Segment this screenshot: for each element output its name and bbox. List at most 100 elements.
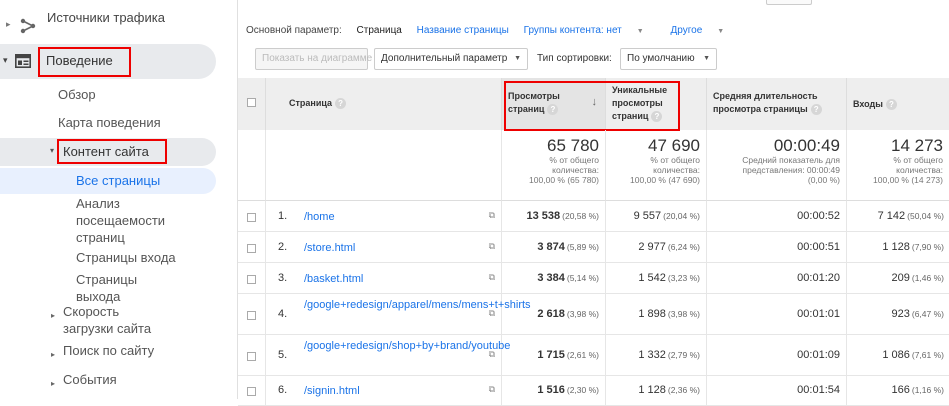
row-checkbox[interactable] xyxy=(247,352,256,361)
open-external-icon[interactable]: ⧉ xyxy=(489,241,495,252)
header-avg-time[interactable]: Средняя длительность просмотра страницы? xyxy=(707,78,847,130)
traffic-sources-icon xyxy=(20,18,36,34)
column-label: Средняя длительность просмотра страницы xyxy=(713,91,818,114)
primary-dimension-bar: Основной параметр: Страница Название стр… xyxy=(246,25,748,36)
avg-time-cell: 00:01:01 xyxy=(707,294,847,334)
chevron-right-icon: ▸ xyxy=(6,19,11,29)
metric-percent: (3,98 %) xyxy=(667,309,700,319)
metric-value: 1 086 xyxy=(882,349,910,361)
metric-value: 7 142 xyxy=(877,210,906,222)
row-select-cell xyxy=(238,232,266,262)
metric-percent: (50,04 %) xyxy=(907,211,944,221)
metric-value: 00:01:54 xyxy=(797,384,840,396)
metric-value: 3 384 xyxy=(537,272,565,284)
open-external-icon[interactable]: ⧉ xyxy=(489,308,495,319)
table-row: 3./basket.html ⧉ 3 384 (5,14 %) 1 542 (3,23 %… xyxy=(238,263,949,294)
help-icon[interactable]: ? xyxy=(885,99,897,111)
dimension-page-title-link[interactable]: Название страницы xyxy=(417,25,509,36)
sidebar-item-exit-pages[interactable]: Страницы выхода xyxy=(76,271,146,305)
row-checkbox[interactable] xyxy=(247,387,256,396)
chevron-down-icon: ▼ xyxy=(703,55,710,62)
sidebar-item-label: Все страницы xyxy=(76,173,161,188)
row-number: 4. xyxy=(278,308,288,320)
sidebar-item-events[interactable]: ▸ События xyxy=(51,371,117,388)
avg-time-cell: 00:01:09 xyxy=(707,335,847,375)
sidebar-item-content-drilldown[interactable]: Анализ посещаемости страниц xyxy=(76,195,186,246)
unique-pageviews-cell: 1 542 (3,23 %) xyxy=(606,263,707,293)
page-link[interactable]: /signin.html xyxy=(304,384,474,398)
metric-value: 1 542 xyxy=(638,272,666,284)
open-external-icon[interactable]: ⧉ xyxy=(489,272,495,283)
total-value: 65 780 xyxy=(547,136,599,155)
pageviews-cell: 2 618 (3,98 %) xyxy=(502,294,606,334)
sidebar-item-landing-pages[interactable]: Страницы входа xyxy=(76,249,176,266)
help-icon[interactable]: ? xyxy=(335,98,347,110)
total-value: 00:00:49 xyxy=(773,136,840,155)
header-page[interactable]: Страница? xyxy=(266,78,502,130)
metric-percent: (20,04 %) xyxy=(663,211,700,221)
metric-percent: (2,61 %) xyxy=(566,350,599,360)
pageviews-cell: 13 538 (20,58 %) xyxy=(502,201,606,231)
row-checkbox[interactable] xyxy=(247,213,256,222)
row-checkbox[interactable] xyxy=(247,275,256,284)
sidebar-item-traffic-sources[interactable]: ▸ Источники трафика xyxy=(4,10,220,42)
toolbar-button[interactable] xyxy=(766,0,812,5)
metric-value: 1 898 xyxy=(638,308,666,320)
entrances-cell: 166 (1,16 %) xyxy=(847,376,949,405)
open-external-icon[interactable]: ⧉ xyxy=(489,349,495,360)
select-all-checkbox[interactable] xyxy=(247,98,256,107)
dimension-page: Страница xyxy=(356,25,402,36)
row-select-cell xyxy=(238,263,266,293)
sidebar-item-all-pages[interactable]: Все страницы xyxy=(0,168,216,194)
plot-rows-button[interactable]: Показать на диаграмме xyxy=(255,48,372,70)
sidebar-item-site-search[interactable]: ▸ Поиск по сайту xyxy=(51,342,154,359)
avg-time-cell: 00:01:54 xyxy=(707,376,847,405)
column-label: Входы xyxy=(853,99,883,109)
sidebar-item-overview[interactable]: Обзор xyxy=(58,87,96,102)
sort-type-dropdown[interactable]: По умолчанию ▼ xyxy=(620,48,717,70)
metric-percent: (7,90 %) xyxy=(911,242,944,252)
row-select-cell xyxy=(238,294,266,334)
other-dimension-dropdown[interactable]: Другое ▼ xyxy=(670,25,736,36)
total-value: 47 690 xyxy=(648,136,700,155)
table-row: 1./home ⧉ 13 538 (20,58 %) 9 557 (20,04 %) 00:… xyxy=(238,201,949,232)
content-group-label: Группы контента: нет xyxy=(523,25,622,36)
secondary-dimension-dropdown[interactable]: Дополнительный параметр ▼ xyxy=(374,48,528,70)
chevron-right-icon: ▸ xyxy=(51,379,56,388)
row-number: 6. xyxy=(278,384,288,396)
page-link[interactable]: /google+redesign/apparel/mens/mens+t+shi… xyxy=(304,298,531,312)
report-panel: Основной параметр: Страница Название стр… xyxy=(237,0,949,406)
content-group-dropdown[interactable]: Группы контента: нет ▼ xyxy=(524,25,656,36)
help-icon[interactable]: ? xyxy=(810,104,822,116)
total-note: % от общего количества: 100,00 % (14 273… xyxy=(873,155,943,185)
avg-time-cell: 00:00:52 xyxy=(707,201,847,231)
avg-time-cell: 00:00:51 xyxy=(707,232,847,262)
chevron-down-icon: ▾ xyxy=(50,146,55,155)
page-link[interactable]: /google+redesign/shop+by+brand/youtube xyxy=(304,339,510,353)
open-external-icon[interactable]: ⧉ xyxy=(489,210,495,221)
page-link[interactable]: /home xyxy=(304,210,474,224)
row-select-cell xyxy=(238,201,266,231)
page-link[interactable]: /store.html xyxy=(304,241,474,255)
page-cell: 5. /google+redesign/shop+by+brand/youtube… xyxy=(266,335,510,375)
row-checkbox[interactable] xyxy=(247,244,256,253)
totals-cell-empty xyxy=(266,130,502,201)
open-external-icon[interactable]: ⧉ xyxy=(489,384,495,395)
sidebar: ▸ Источники трафика ▾ Поведение Обзор Ка… xyxy=(0,0,222,399)
chevron-down-icon: ▼ xyxy=(636,28,644,35)
sidebar-item-site-speed[interactable]: ▸ Скорость загрузки сайта xyxy=(51,303,173,337)
row-checkbox[interactable] xyxy=(247,311,256,320)
behavior-icon xyxy=(15,54,31,68)
sidebar-item-behavior-flow[interactable]: Карта поведения xyxy=(58,115,161,130)
highlight-box xyxy=(57,139,167,164)
metric-value: 166 xyxy=(891,384,910,396)
header-entrances[interactable]: Входы? xyxy=(847,78,949,130)
metric-value: 1 128 xyxy=(882,241,910,253)
total-avg-time: 00:00:49 Средний показатель для представ… xyxy=(707,130,847,201)
page-link[interactable]: /basket.html xyxy=(304,272,474,286)
metric-percent: (2,30 %) xyxy=(566,385,599,395)
highlight-box xyxy=(504,81,680,131)
metric-percent: (20,58 %) xyxy=(562,211,599,221)
total-note: % от общего количества: 100,00 % (47 690… xyxy=(630,155,700,185)
pageviews-cell: 1 715 (2,61 %) xyxy=(502,335,606,375)
